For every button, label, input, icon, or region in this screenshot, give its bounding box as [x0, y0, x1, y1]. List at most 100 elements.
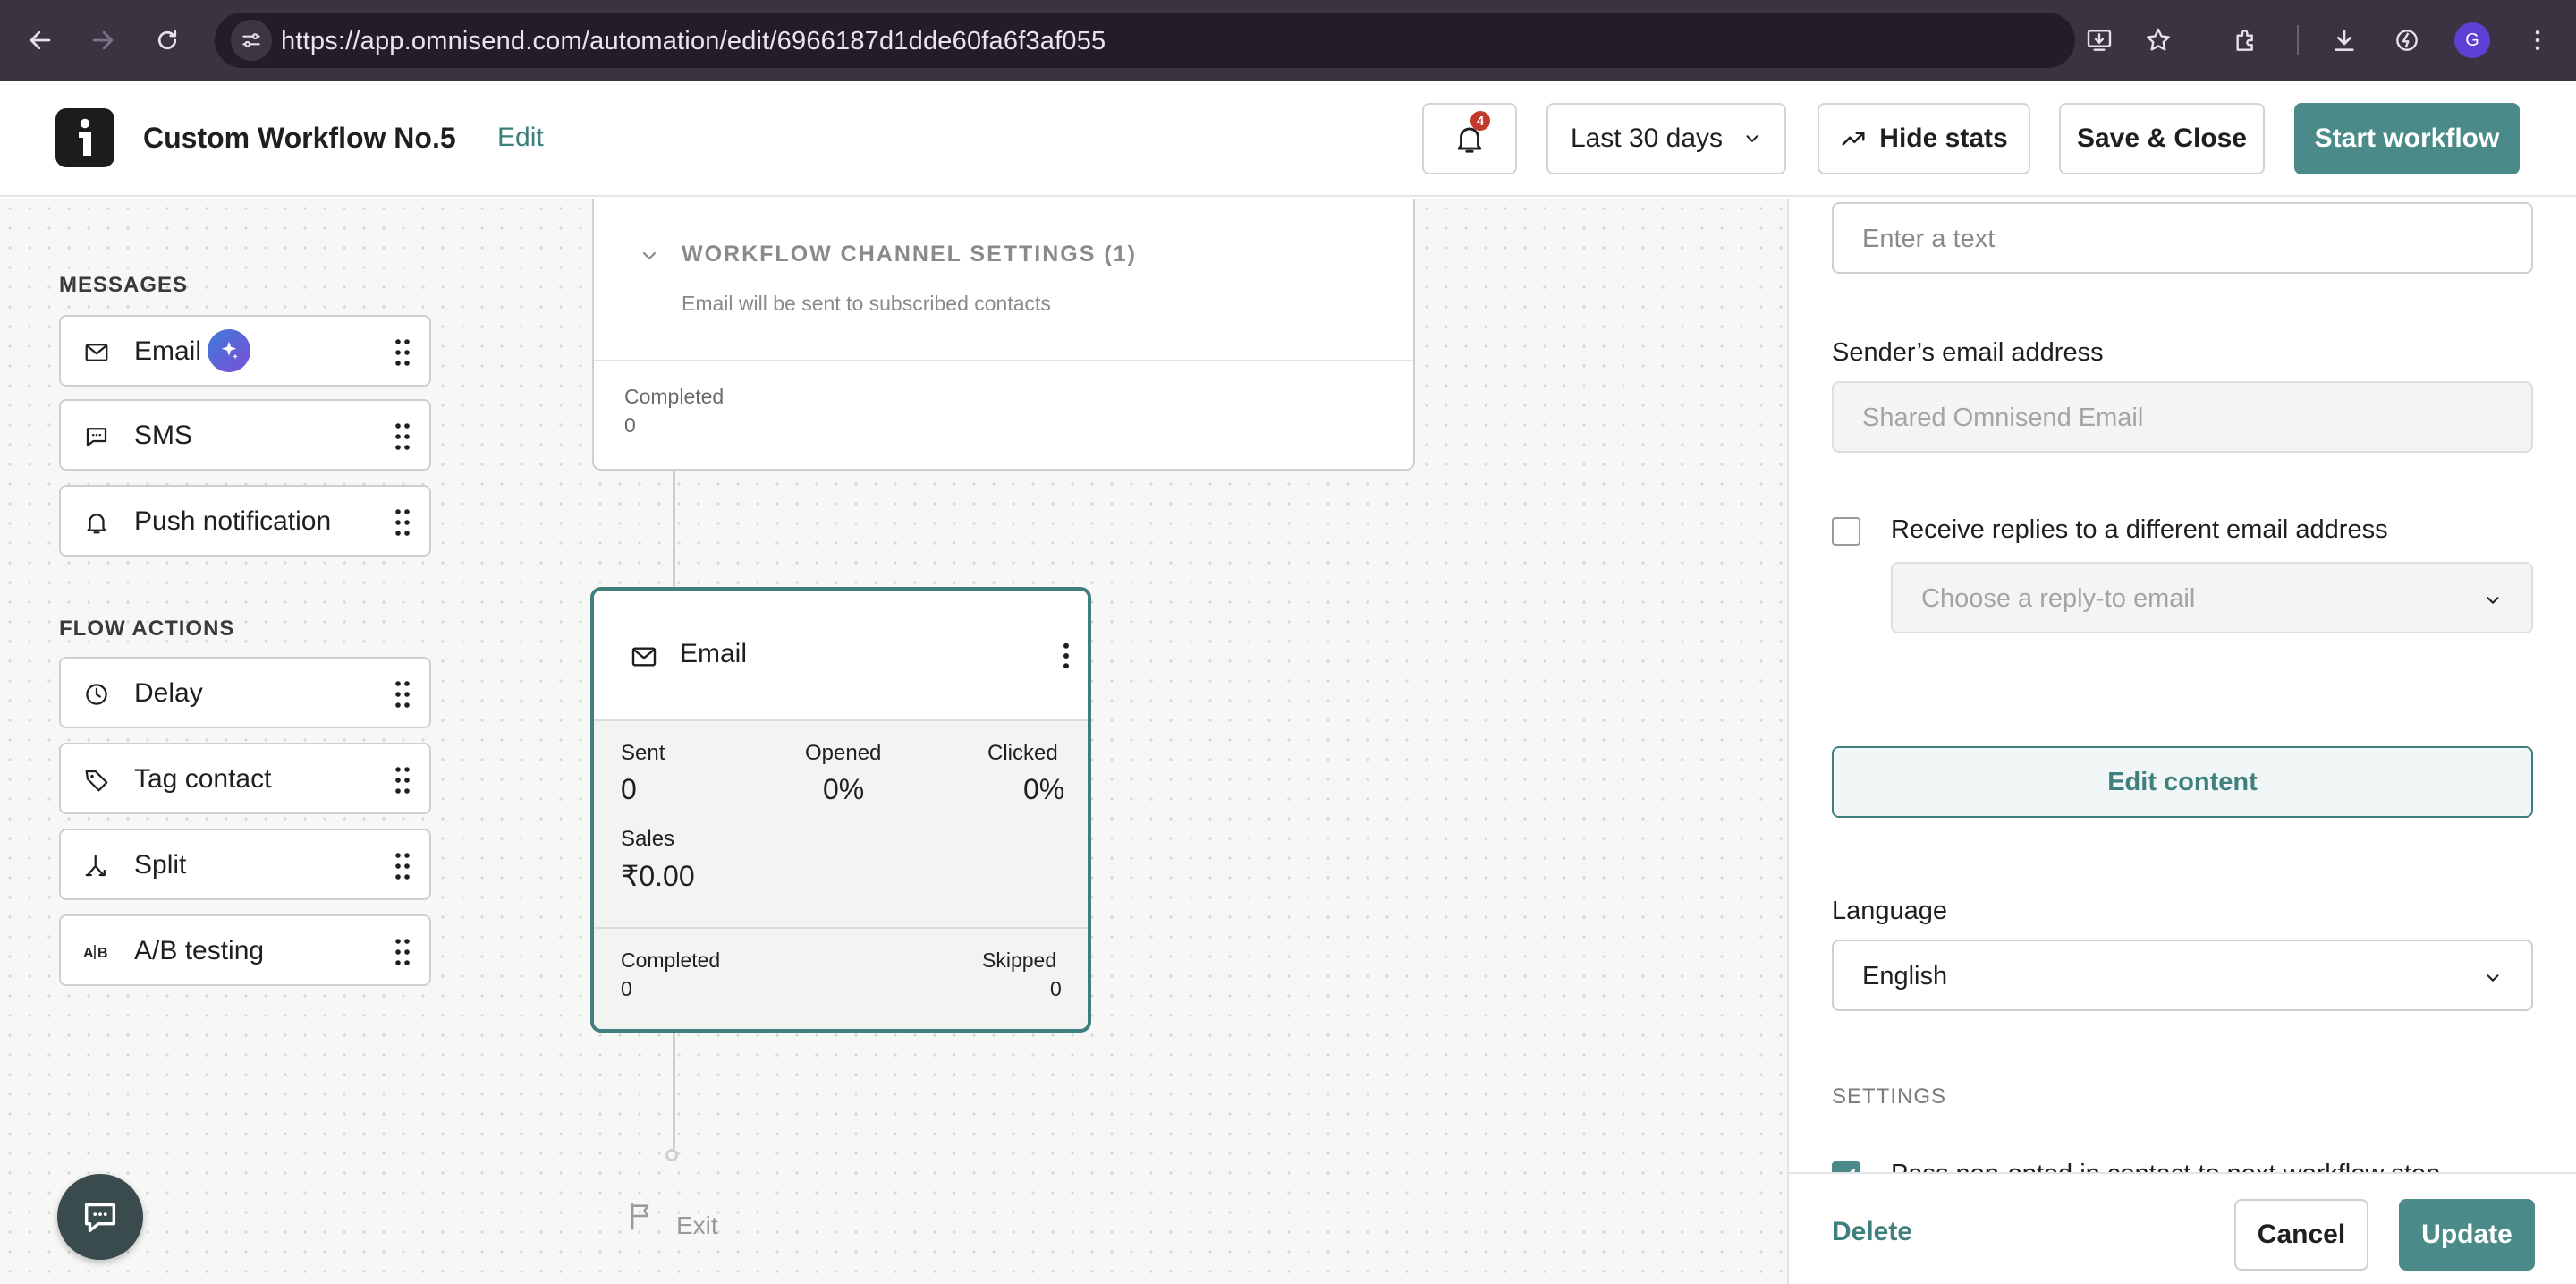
skipped-value: 0	[1050, 977, 1062, 1000]
palette-item-label: Split	[134, 850, 187, 880]
completed-label: Completed	[624, 385, 724, 408]
more-options-icon[interactable]	[1063, 642, 1070, 669]
trend-icon	[1842, 132, 1865, 146]
ab-icon: AB	[82, 938, 111, 966]
skipped-label: Skipped	[982, 948, 1057, 972]
palette-item-split[interactable]: Split	[59, 829, 431, 900]
flow-actions-heading: FLOW ACTIONS	[59, 616, 235, 641]
chat-icon	[84, 1203, 116, 1233]
browser-menu-icon[interactable]	[2517, 20, 2558, 61]
text-input-placeholder: Enter a text	[1862, 225, 1996, 253]
clock-icon	[82, 680, 111, 709]
opened-label: Opened	[805, 741, 882, 765]
profile-avatar[interactable]: G	[2454, 22, 2490, 58]
connector-drop-point[interactable]	[665, 1149, 678, 1161]
date-range-dropdown[interactable]: Last 30 days	[1546, 103, 1786, 174]
toolbar-divider	[2297, 25, 2299, 55]
performance-icon[interactable]	[2386, 20, 2428, 61]
drag-handle-icon[interactable]	[394, 338, 411, 367]
drag-handle-icon[interactable]	[394, 680, 411, 709]
messages-heading: MESSAGES	[59, 273, 189, 297]
text-input[interactable]: Enter a text	[1832, 202, 2533, 274]
connector-line	[673, 1033, 675, 1149]
chat-support-button[interactable]	[57, 1174, 143, 1260]
delete-button[interactable]: Delete	[1832, 1217, 1912, 1247]
downloads-icon[interactable]	[2324, 20, 2365, 61]
chevron-down-icon	[2487, 597, 2499, 604]
cancel-button[interactable]: Cancel	[2234, 1199, 2368, 1271]
email-settings-panel: Enter a text Sender’s email address Shar…	[1787, 199, 2576, 1284]
app-header: Custom Workflow No.5 Edit Last 30 days H…	[0, 81, 2576, 197]
notification-count-badge: 4	[1470, 111, 1490, 131]
email-node-card[interactable]: Email Sent 0 Opened 0% Clicked 0% Sales …	[590, 587, 1091, 1033]
sent-value: 0	[621, 773, 637, 805]
palette-item-email[interactable]: Email	[59, 315, 431, 387]
completed-label: Completed	[621, 948, 721, 972]
chevron-down-icon[interactable]	[639, 245, 660, 267]
sales-label: Sales	[621, 827, 675, 851]
connector-line	[673, 471, 675, 587]
drag-handle-icon[interactable]	[394, 508, 411, 537]
language-label: Language	[1832, 897, 1948, 925]
palette-item-label: SMS	[134, 421, 193, 450]
completed-value: 0	[624, 413, 636, 437]
reply-to-placeholder: Choose a reply-to email	[1921, 584, 2196, 613]
email-node-title: Email	[680, 639, 748, 668]
language-dropdown[interactable]: English	[1832, 940, 2533, 1011]
trigger-node-card[interactable]: WORKFLOW CHANNEL SETTINGS (1) Email will…	[592, 199, 1415, 471]
edit-title-link[interactable]: Edit	[497, 123, 544, 153]
email-node-header: Email	[594, 591, 1088, 721]
drag-handle-icon[interactable]	[394, 422, 411, 451]
channel-settings-title: WORKFLOW CHANNEL SETTINGS (1)	[682, 242, 1137, 267]
reply-to-label: Receive replies to a different email add…	[1891, 515, 2388, 544]
start-workflow-button[interactable]: Start workflow	[2294, 103, 2520, 174]
clicked-value: 0%	[1023, 773, 1065, 805]
hide-stats-button[interactable]: Hide stats	[1818, 103, 2030, 174]
drag-handle-icon[interactable]	[394, 938, 411, 966]
site-settings-icon[interactable]	[231, 20, 272, 61]
back-icon[interactable]	[20, 20, 61, 61]
palette-item-sms[interactable]: SMS	[59, 399, 431, 471]
forward-icon[interactable]	[82, 20, 123, 61]
edit-content-button[interactable]: Edit content	[1832, 746, 2533, 818]
sms-icon	[82, 422, 111, 451]
palette-item-label: A/B testing	[134, 936, 265, 965]
svg-text:B: B	[97, 946, 108, 961]
omnisend-logo[interactable]	[55, 108, 114, 167]
palette-item-delay[interactable]: Delay	[59, 657, 431, 728]
exit-label: Exit	[676, 1212, 718, 1239]
language-value: English	[1862, 962, 1948, 991]
reply-to-dropdown[interactable]: Choose a reply-to email	[1891, 562, 2533, 633]
sender-email-value: Shared Omnisend Email	[1862, 404, 2144, 432]
clicked-label: Clicked	[987, 741, 1058, 765]
palette-item-label: Delay	[134, 678, 203, 708]
drag-handle-icon[interactable]	[394, 766, 411, 795]
channel-settings-section[interactable]: WORKFLOW CHANNEL SETTINGS (1) Email will…	[594, 199, 1413, 361]
flag-icon	[631, 1203, 649, 1230]
palette-item-tag-contact[interactable]: Tag contact	[59, 743, 431, 814]
extensions-icon[interactable]	[2225, 20, 2267, 61]
palette-item-label: Tag contact	[134, 764, 272, 794]
palette-item-ab-testing[interactable]: AB A/B testing	[59, 914, 431, 986]
email-node-footer: Completed 0 Skipped 0	[594, 927, 1088, 1029]
reload-icon[interactable]	[147, 20, 188, 61]
palette-item-push-notification[interactable]: Push notification	[59, 485, 431, 557]
bookmark-star-icon[interactable]	[2138, 20, 2179, 61]
mail-icon	[631, 647, 657, 667]
sales-value: ₹0.00	[621, 860, 695, 892]
opened-value: 0%	[823, 773, 865, 805]
workflow-title: Custom Workflow No.5	[143, 122, 456, 154]
svg-text:A: A	[83, 946, 94, 961]
address-bar[interactable]: https://app.omnisend.com/automation/edit…	[215, 13, 2075, 68]
browser-toolbar: https://app.omnisend.com/automation/edit…	[0, 0, 2576, 81]
save-close-button[interactable]: Save & Close	[2059, 103, 2265, 174]
notifications-button[interactable]	[1422, 103, 1517, 174]
drag-handle-icon[interactable]	[394, 852, 411, 880]
reply-to-checkbox[interactable]	[1832, 517, 1860, 546]
chevron-down-icon	[2487, 974, 2499, 982]
mail-icon	[82, 338, 111, 367]
update-button[interactable]: Update	[2399, 1199, 2535, 1271]
settings-heading: SETTINGS	[1832, 1084, 1947, 1109]
install-app-icon[interactable]	[2079, 20, 2120, 61]
sender-email-field: Shared Omnisend Email	[1832, 381, 2533, 453]
